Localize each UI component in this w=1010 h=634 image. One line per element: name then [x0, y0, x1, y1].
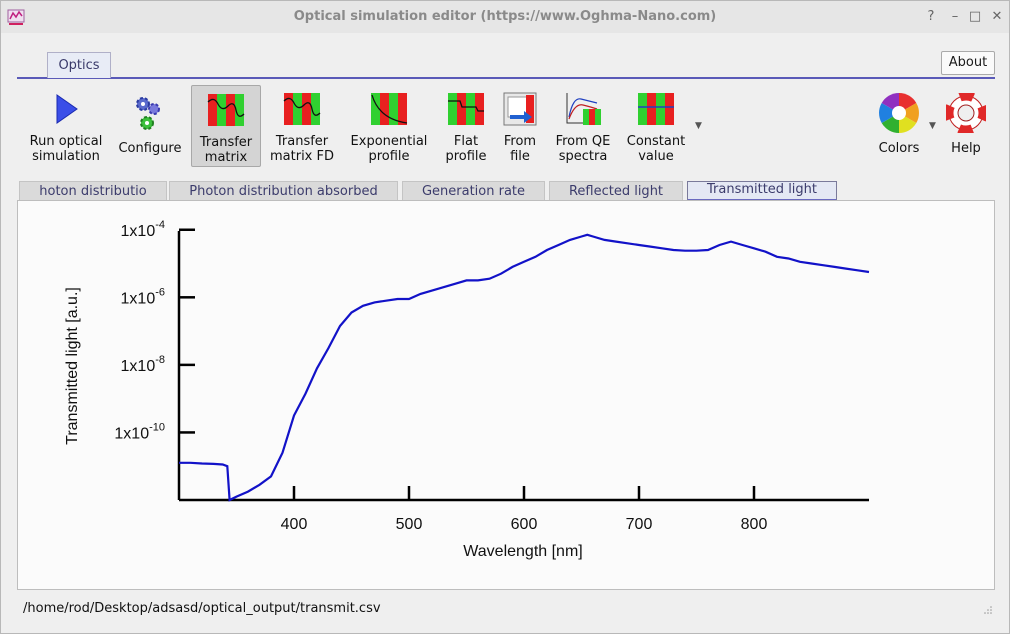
constant-value-label: Constant value: [626, 134, 686, 164]
from-qe-spectra-label: From QE spectra: [555, 134, 611, 164]
from-file-button[interactable]: From file: [497, 85, 543, 167]
run-optical-label: Run optical simulation: [29, 134, 103, 164]
gears-icon: [136, 97, 160, 130]
x-tick-label: 500: [396, 516, 423, 533]
title-bar: Optical simulation editor (https://www.O…: [1, 1, 1009, 33]
flat-profile-button[interactable]: Flat profile: [439, 85, 493, 167]
y-tick-label: 1x10-8: [121, 354, 165, 375]
transfer-matrix-fd-button[interactable]: Transfer matrix FD: [265, 85, 339, 167]
x-tick-label: 800: [741, 516, 768, 533]
tab-photon-distribution-absorbed[interactable]: Photon distribution absorbed: [169, 181, 398, 202]
color-wheel-icon: [879, 93, 919, 133]
status-file-path: /home/rod/Desktop/adsasd/optical_output/…: [23, 601, 381, 616]
y-tick-label: 1x10-10: [114, 421, 165, 442]
y-tick-label: 1x10-6: [121, 286, 165, 307]
tab-reflected-light[interactable]: Reflected light: [549, 181, 683, 202]
window-title: Optical simulation editor (https://www.O…: [293, 9, 717, 24]
plot-area: 1x10-4 1x10-6 1x10-8 1x10-10 400 500 600 700 80…: [17, 200, 995, 590]
y-tick-label: 1x10-4: [121, 219, 165, 240]
transfer-matrix-icon: [207, 94, 245, 126]
from-qe-spectra-icon: [566, 93, 601, 125]
optical-simulation-editor-window: Optical simulation editor (https://www.O…: [0, 0, 1010, 634]
ribbon-tab-bar: Optics: [17, 51, 995, 79]
y-axis-label: Transmitted light [a.u.]: [64, 287, 81, 445]
from-qe-spectra-button[interactable]: From QE spectra: [551, 85, 615, 167]
toolbar-overflow-arrow-icon[interactable]: ▼: [695, 121, 702, 131]
exponential-profile-button[interactable]: Exponential profile: [345, 85, 433, 167]
x-tick-label: 700: [626, 516, 653, 533]
help-window-icon[interactable]: ?: [923, 9, 939, 25]
exponential-profile-label: Exponential profile: [350, 134, 428, 164]
exponential-profile-icon: [371, 93, 408, 125]
resize-grip-icon[interactable]: [983, 605, 993, 615]
lifebuoy-icon: [946, 93, 986, 133]
tab-optics[interactable]: Optics: [47, 52, 111, 78]
play-icon: [56, 94, 78, 124]
transfer-matrix-label: Transfer matrix: [199, 135, 253, 165]
x-axis-label: Wavelength [nm]: [463, 543, 582, 560]
x-tick-label: 400: [281, 516, 308, 533]
tab-photon-distribution[interactable]: hoton distributio: [19, 181, 167, 202]
from-file-icon: [503, 92, 537, 126]
help-button[interactable]: Help: [941, 85, 991, 167]
help-label: Help: [951, 141, 981, 156]
colors-button[interactable]: Colors: [871, 85, 927, 167]
close-icon[interactable]: ✕: [989, 9, 1005, 25]
constant-value-icon: [638, 93, 674, 125]
colors-dropdown-arrow-icon[interactable]: ▼: [929, 121, 936, 131]
colors-label: Colors: [878, 141, 920, 156]
flat-profile-label: Flat profile: [445, 134, 487, 164]
transfer-matrix-fd-label: Transfer matrix FD: [270, 134, 334, 164]
minimize-icon[interactable]: –: [947, 9, 963, 25]
from-file-label: From file: [503, 134, 537, 164]
tab-transmitted-light[interactable]: Transmitted light: [687, 181, 837, 202]
transmitted-light-chart: 1x10-4 1x10-6 1x10-8 1x10-10 400 500 600 700 80…: [64, 219, 870, 560]
maximize-icon[interactable]: □: [967, 9, 983, 25]
transmitted-light-series-line: [179, 233, 870, 502]
constant-value-button[interactable]: Constant value: [621, 85, 691, 167]
about-button[interactable]: About: [941, 51, 995, 75]
run-optical-simulation-button[interactable]: Run optical simulation: [23, 85, 109, 167]
tab-generation-rate[interactable]: Generation rate: [402, 181, 545, 202]
transfer-matrix-button[interactable]: Transfer matrix: [191, 85, 261, 167]
flat-profile-icon: [448, 93, 484, 125]
configure-button[interactable]: Configure: [115, 85, 185, 167]
configure-label: Configure: [118, 141, 182, 156]
x-tick-label: 600: [511, 516, 538, 533]
transfer-matrix-fd-icon: [283, 93, 321, 125]
